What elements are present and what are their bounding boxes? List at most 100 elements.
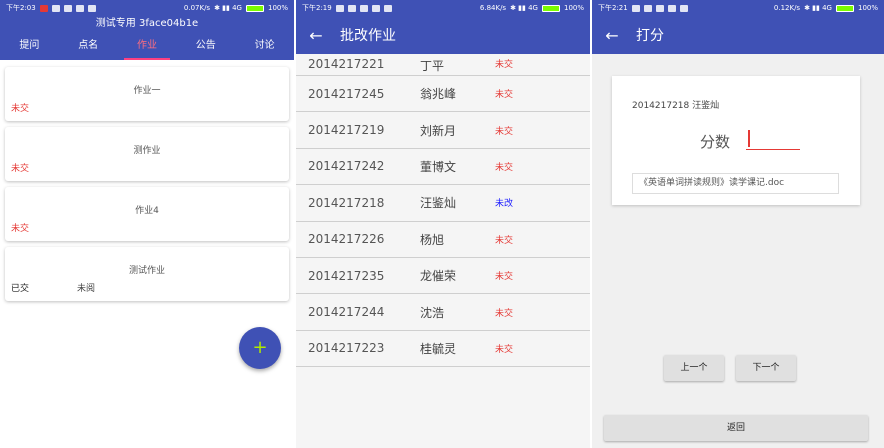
grade-status: 未交 (495, 308, 514, 319)
notification-icon (667, 4, 676, 12)
homework-card[interactable]: 作业一 未交 (5, 67, 289, 121)
tab-discussion[interactable]: 讨论 (235, 31, 294, 60)
student-info: 2014217218 汪鉴灿 (632, 101, 720, 111)
next-button[interactable]: 下一个 (736, 355, 796, 381)
student-name: 翁兆峰 (420, 87, 457, 102)
status-bar: 下午2:21 0.12K/s ✱ ▮▮ 4G 100% (592, 0, 884, 16)
back-arrow-icon[interactable]: ← (296, 26, 336, 45)
network-speed: 0.07K/s (183, 4, 211, 12)
homework-title: 测作业 (133, 146, 161, 156)
student-id: 2014217226 (308, 232, 385, 247)
student-name: 桂毓灵 (420, 341, 457, 356)
homework-card[interactable]: 测试作业 已交 未阅 (5, 247, 289, 301)
status-time: 下午2:19 (302, 4, 332, 12)
back-arrow-icon[interactable]: ← (592, 26, 632, 45)
student-name: 杨旭 (420, 232, 445, 247)
grade-status: 未交 (495, 162, 514, 173)
submit-status: 未交 (11, 104, 30, 114)
score-label: 分数 (700, 133, 731, 151)
network-speed: 6.84K/s (479, 4, 507, 12)
student-row[interactable]: 2014217244 沈浩 未交 (296, 294, 590, 331)
student-name: 刘新月 (420, 123, 457, 138)
status-time: 下午2:21 (598, 4, 628, 12)
student-id: 2014217245 (308, 86, 385, 101)
grade-status: 未交 (495, 126, 514, 137)
grade-status: 未交 (495, 60, 514, 70)
review-status: 未阅 (77, 284, 96, 294)
notification-icon (51, 4, 60, 12)
grade-list-screen: 下午2:19 6.84K/s ✱ ▮▮ 4G 100% ← 批改作业 20142… (296, 0, 590, 448)
grade-status: 未交 (495, 235, 514, 246)
network-speed: 0.12K/s (773, 4, 801, 12)
grade-status: 未交 (495, 272, 514, 283)
notification-icon (63, 4, 72, 12)
score-card: 2014217218 汪鉴灿 分数 《英语单词拼读规则》读学课记.doc (612, 76, 860, 205)
notification-icon (39, 4, 48, 12)
tab-announcement[interactable]: 公告 (176, 31, 235, 60)
student-row[interactable]: 2014217218 汪鉴灿 未改 (296, 185, 590, 222)
notification-icon (643, 4, 652, 12)
submit-status: 未交 (11, 224, 30, 234)
tab-bar: 提问 点名 作业 公告 讨论 (0, 31, 294, 60)
homework-title: 作业4 (135, 206, 159, 216)
grade-status: 未交 (495, 90, 514, 101)
score-input[interactable] (746, 128, 800, 150)
student-row[interactable]: 2014217235 龙催荣 未交 (296, 258, 590, 295)
previous-button[interactable]: 上一个 (664, 355, 724, 381)
notification-icon (679, 4, 688, 12)
notification-icon (371, 4, 380, 12)
page-title: 打分 (636, 28, 664, 44)
tab-question[interactable]: 提问 (0, 31, 59, 60)
status-bar: 下午2:19 6.84K/s ✱ ▮▮ 4G 100% (296, 0, 590, 16)
status-time: 下午2:03 (6, 4, 36, 12)
student-id: 2014217235 (308, 268, 385, 283)
student-id: 2014217244 (308, 305, 385, 320)
homework-title: 作业一 (133, 86, 161, 96)
course-title: 测试专用 3face04b1e (95, 18, 199, 29)
homework-list-screen: 下午2:03 0.07K/s ✱ ▮▮ 4G 100% 测试专用 3face04… (0, 0, 294, 448)
student-row[interactable]: 2014217226 杨旭 未交 (296, 222, 590, 258)
student-id: 2014217219 (308, 123, 385, 138)
battery-icon (835, 4, 854, 12)
notification-icon (359, 4, 368, 12)
student-id: 2014217242 (308, 159, 385, 174)
tab-rollcall[interactable]: 点名 (59, 31, 118, 60)
submit-status: 未交 (11, 164, 30, 174)
student-row[interactable]: 2014217219 刘新月 未交 (296, 112, 590, 149)
student-row[interactable]: 2014217245 翁兆峰 未交 (296, 76, 590, 113)
battery-icon (541, 4, 560, 12)
student-name: 董博文 (420, 159, 457, 174)
notification-icon (335, 4, 344, 12)
battery-level: 100% (857, 4, 878, 12)
return-button[interactable]: 返回 (604, 415, 868, 441)
student-row[interactable]: 2014217223 桂毓灵 未交 (296, 331, 590, 368)
homework-title: 测试作业 (128, 266, 165, 276)
submit-status: 已交 (11, 284, 30, 294)
notification-icon (655, 4, 664, 12)
attachment-file[interactable]: 《英语单词拼读规则》读学课记.doc (632, 173, 839, 194)
student-name: 丁平 (420, 59, 445, 73)
homework-card[interactable]: 测作业 未交 (5, 127, 289, 181)
student-name: 龙催荣 (420, 269, 457, 284)
student-id: 2014217223 (308, 341, 385, 356)
student-row[interactable]: 2014217221 丁平 未交 (296, 54, 590, 76)
plus-icon: + (252, 337, 268, 358)
app-bar: 下午2:03 0.07K/s ✱ ▮▮ 4G 100% 测试专用 3face04… (0, 0, 294, 60)
signal-icon: ✱ ▮▮ 4G (804, 4, 832, 12)
notification-icon (631, 4, 640, 12)
notification-icon (87, 4, 96, 12)
homework-card[interactable]: 作业4 未交 (5, 187, 289, 241)
signal-icon: ✱ ▮▮ 4G (510, 4, 538, 12)
grade-status: 未改 (495, 199, 514, 210)
notification-icon (383, 4, 392, 12)
app-bar: 下午2:21 0.12K/s ✱ ▮▮ 4G 100% ← 打分 (592, 0, 884, 54)
student-name: 沈浩 (420, 305, 445, 320)
page-title: 批改作业 (340, 28, 396, 44)
student-row[interactable]: 2014217242 董博文 未交 (296, 149, 590, 186)
tab-homework[interactable]: 作业 (118, 31, 177, 60)
signal-icon: ✱ ▮▮ 4G (214, 4, 242, 12)
student-name: 汪鉴灿 (420, 196, 457, 211)
add-homework-button[interactable]: + (239, 327, 281, 369)
notification-icon (347, 4, 356, 12)
app-bar: 下午2:19 6.84K/s ✱ ▮▮ 4G 100% ← 批改作业 (296, 0, 590, 54)
